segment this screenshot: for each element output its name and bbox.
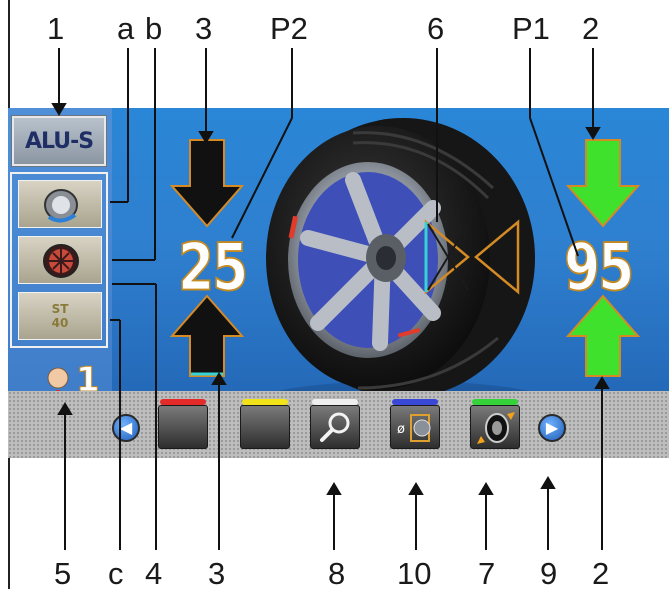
- outer-arrow-down-icon: [565, 139, 641, 228]
- led-red: [160, 399, 206, 405]
- function-key-wheel-rotate[interactable]: [470, 399, 520, 449]
- callout-a: a: [117, 11, 135, 46]
- rim-diameter-icon: ø: [397, 414, 431, 442]
- callout-7: 7: [478, 556, 496, 591]
- function-key-search[interactable]: [310, 399, 360, 449]
- inner-unbalance-value: 25: [177, 230, 249, 307]
- callout-3-top: 3: [195, 11, 213, 46]
- svg-text:ø: ø: [397, 422, 405, 437]
- callout-p1: P1: [512, 11, 550, 46]
- callout-b: b: [145, 11, 163, 46]
- led-green: [472, 399, 518, 405]
- balancer-screen: ALU-S ST 40 1 25 95 ◀ ø ▶: [8, 108, 669, 458]
- callout-p2: P2: [270, 11, 308, 46]
- callout-10: 10: [397, 556, 432, 591]
- callout-2-bottom: 2: [592, 556, 610, 591]
- function-key-rim-dimension[interactable]: ø: [390, 399, 440, 449]
- callout-6: 6: [427, 11, 445, 46]
- callout-8: 8: [328, 556, 346, 591]
- callout-c: c: [108, 556, 124, 591]
- function-key-red[interactable]: [158, 399, 208, 449]
- arrow-left-icon: ◀: [119, 418, 133, 437]
- led-yellow: [242, 399, 288, 405]
- inner-arrow-up-icon: [169, 294, 245, 377]
- outer-arrow-up-icon: [565, 294, 641, 377]
- callout-4: 4: [145, 556, 163, 591]
- callout-2-top: 2: [582, 11, 600, 46]
- magnifier-icon: [320, 412, 350, 442]
- arrow-right-icon: ▶: [545, 418, 559, 437]
- outer-unbalance-value: 95: [563, 230, 635, 307]
- callout-9: 9: [540, 556, 558, 591]
- next-button[interactable]: ▶: [538, 414, 566, 442]
- led-blue: [392, 399, 438, 405]
- prev-button[interactable]: ◀: [112, 414, 140, 442]
- inner-arrow-down-icon: [169, 139, 245, 228]
- function-key-yellow[interactable]: [240, 399, 290, 449]
- callout-3-bottom: 3: [208, 556, 226, 591]
- callout-1: 1: [47, 11, 65, 46]
- function-key-bar: ◀ ø ▶: [8, 391, 669, 458]
- position-indicator-icon: [424, 219, 520, 295]
- callout-5: 5: [54, 556, 72, 591]
- wheel-rotate-icon: [477, 412, 515, 444]
- led-white: [312, 399, 358, 405]
